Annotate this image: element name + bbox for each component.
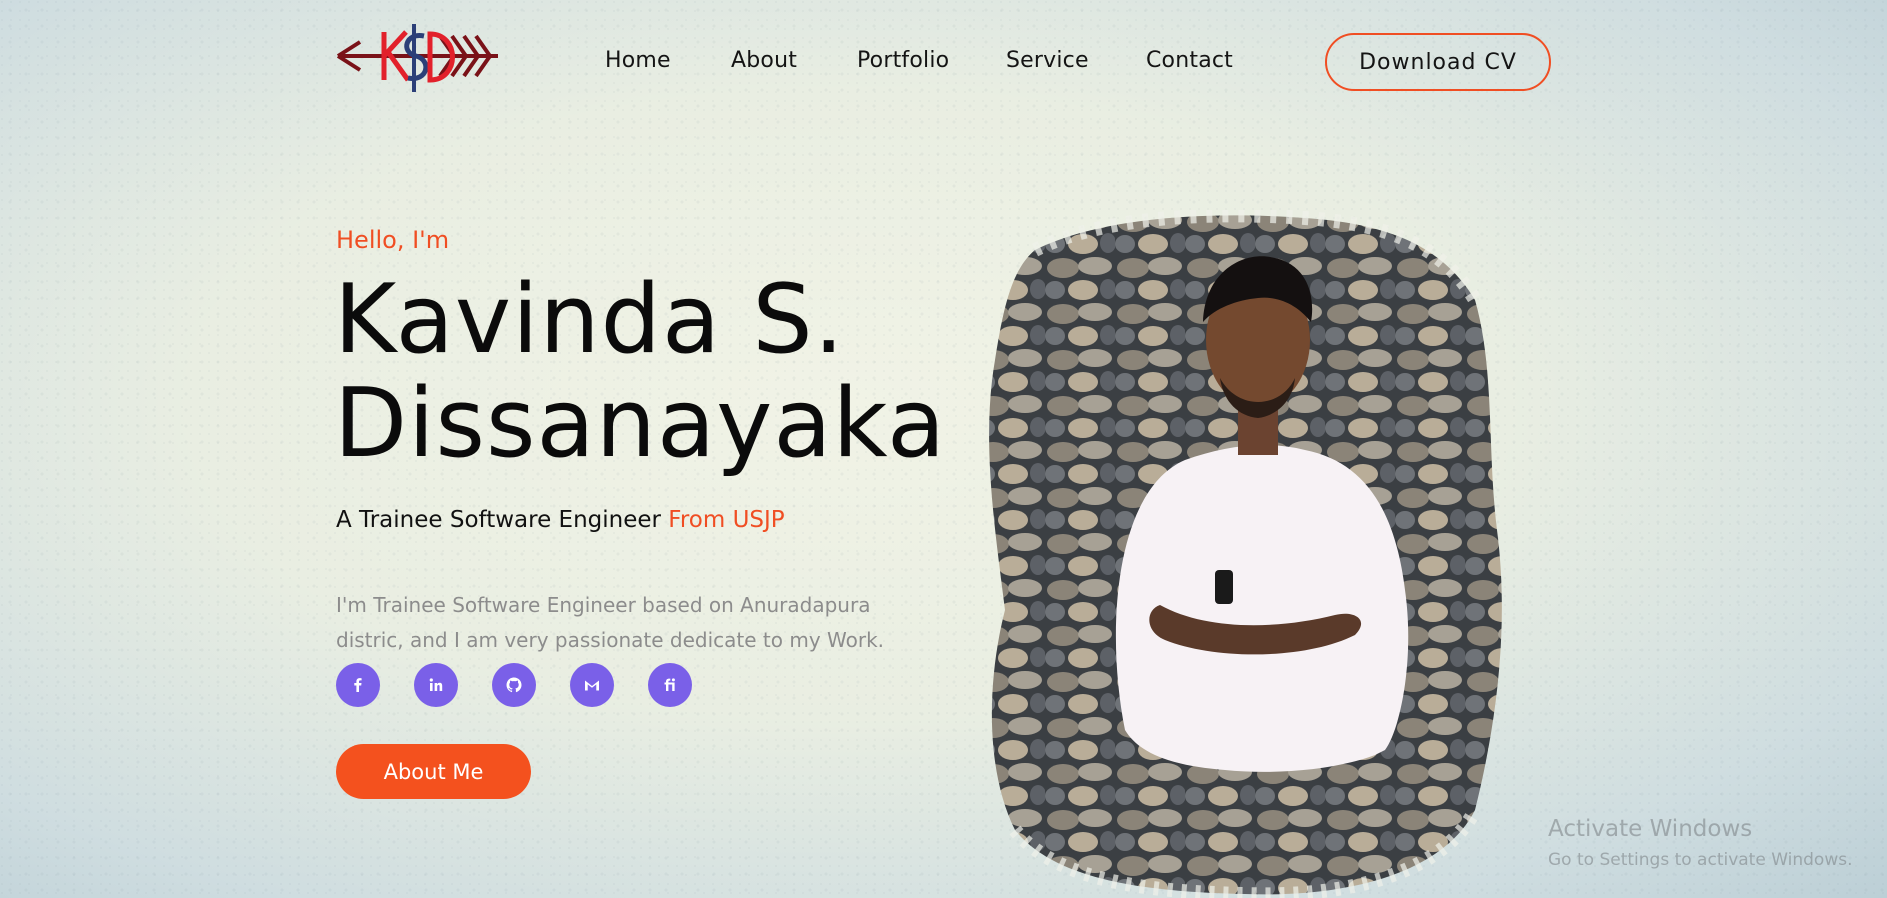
hero-description: I'm Trainee Software Engineer based on A… xyxy=(336,593,885,652)
facebook-link[interactable] xyxy=(336,663,380,707)
linkedin-link[interactable] xyxy=(414,663,458,707)
hero-greeting: Hello, I'm xyxy=(336,226,450,254)
role-text: A Trainee Software Engineer xyxy=(336,507,661,533)
about-me-button[interactable]: About Me xyxy=(336,744,531,799)
github-link[interactable] xyxy=(492,663,536,707)
nav-portfolio[interactable]: Portfolio xyxy=(857,48,949,73)
github-icon xyxy=(506,677,522,693)
nav-home[interactable]: Home xyxy=(605,48,671,73)
nav-service[interactable]: Service xyxy=(1006,48,1089,73)
gmail-link[interactable] xyxy=(570,663,614,707)
facebook-icon xyxy=(354,678,362,692)
hero-name-line1: Kavinda S. xyxy=(334,265,845,375)
fiverr-icon xyxy=(664,678,675,691)
role-highlight: From USJP xyxy=(668,507,785,533)
site-logo[interactable] xyxy=(334,22,502,94)
portrait-photo xyxy=(989,210,1502,898)
nav-about[interactable]: About xyxy=(731,48,797,73)
fiverr-link[interactable] xyxy=(648,663,692,707)
gmail-icon xyxy=(585,680,599,691)
nav-contact[interactable]: Contact xyxy=(1146,48,1233,73)
hero-name: Kavinda S. Dissanayaka xyxy=(334,268,946,476)
activate-windows-title: Activate Windows xyxy=(1548,816,1753,842)
social-links xyxy=(336,663,692,707)
download-cv-button[interactable]: Download CV xyxy=(1325,33,1551,91)
linkedin-icon xyxy=(429,678,443,691)
activate-windows-subtitle: Go to Settings to activate Windows. xyxy=(1548,850,1853,870)
hero-name-line2: Dissanayaka xyxy=(334,369,947,479)
hero-role: A Trainee Software Engineer From USJP xyxy=(336,507,785,533)
